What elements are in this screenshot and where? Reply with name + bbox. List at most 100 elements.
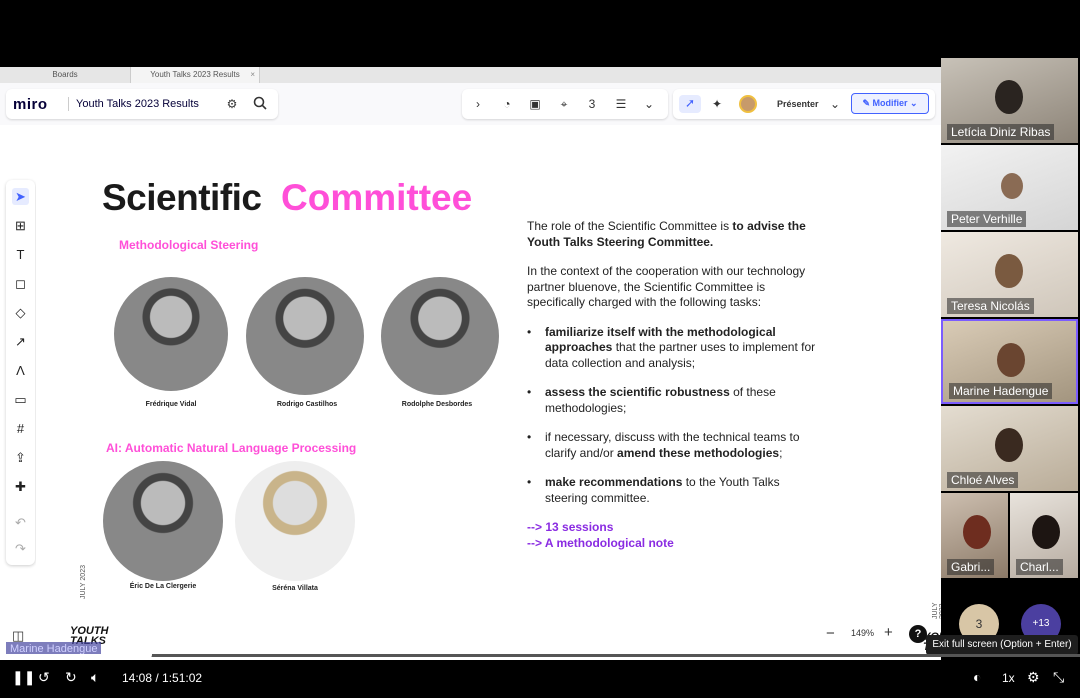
upload-icon[interactable]: ⇪ bbox=[12, 449, 29, 466]
playback-speed[interactable]: 1x bbox=[1002, 671, 1015, 685]
participant-video bbox=[997, 343, 1025, 377]
frame-template-icon[interactable]: ⊞ bbox=[12, 217, 29, 234]
participant-tile[interactable]: Letícia Diniz Ribas bbox=[941, 58, 1078, 143]
participant-video bbox=[995, 254, 1023, 288]
tab-youth-talks-label: Youth Talks 2023 Results bbox=[150, 70, 240, 79]
add-apps-icon[interactable]: ✚ bbox=[12, 478, 29, 495]
bullet-bold: assess the scientific robustness bbox=[545, 385, 730, 399]
person-name: Frédrique Vidal bbox=[145, 401, 197, 408]
volume-icon[interactable]: 🔈︎ bbox=[91, 669, 99, 686]
person-photo bbox=[114, 277, 228, 391]
task-bullet: familiarize itself with the methodologic… bbox=[527, 325, 817, 372]
focus-icon[interactable]: ⌖ bbox=[556, 96, 572, 112]
tab-youth-talks[interactable]: Youth Talks 2023 Results × bbox=[130, 67, 260, 83]
zoom-level[interactable]: 149% bbox=[851, 628, 874, 638]
sticky-note-icon[interactable]: ◻ bbox=[12, 275, 29, 292]
present-button[interactable]: Présenter bbox=[777, 99, 819, 109]
search-icon[interactable] bbox=[252, 96, 268, 112]
person-name: Rodolphe Desbordes bbox=[401, 401, 473, 408]
participant-name: Chloé Alves bbox=[947, 472, 1019, 488]
connector-line-icon[interactable]: ↗ bbox=[12, 333, 29, 350]
participant-tile[interactable]: Gabri... bbox=[941, 493, 1008, 578]
counter-icon[interactable]: 3 bbox=[584, 96, 600, 112]
help-icon[interactable]: ? bbox=[909, 625, 927, 643]
person-photo bbox=[235, 461, 355, 581]
collab-tools-pill: › ◔ ▣ ⌖ 3 ☰ ⌄ bbox=[462, 89, 668, 119]
zoom-in-icon[interactable]: + bbox=[884, 624, 893, 641]
avatar[interactable] bbox=[739, 95, 757, 113]
frame-icon[interactable]: # bbox=[12, 420, 29, 437]
modify-button[interactable]: ✎ Modifier ⌄ bbox=[851, 93, 929, 114]
person-name: Éric De La Clergerie bbox=[129, 583, 197, 590]
bullet-bold: make recommendations bbox=[545, 475, 683, 489]
pause-icon[interactable]: ❚❚ bbox=[12, 669, 35, 686]
tab-boards[interactable]: Boards bbox=[0, 67, 130, 83]
forward-10-icon[interactable]: ↻ bbox=[65, 669, 77, 686]
presentation-slide: Scientific Committee Methodological Stee… bbox=[36, 159, 941, 652]
participant-tile[interactable]: Chloé Alves bbox=[941, 406, 1078, 491]
slide-title-black: Scientific bbox=[102, 177, 262, 218]
tab-boards-label: Boards bbox=[52, 70, 78, 79]
time-display: 14:08 / 1:51:02 bbox=[122, 671, 203, 685]
close-icon[interactable]: × bbox=[250, 67, 255, 83]
intro-text: The role of the Scientific Committee is bbox=[527, 219, 733, 233]
participant-name: Marine Hadengue bbox=[949, 383, 1053, 399]
participant-tile[interactable]: Teresa Nicolás bbox=[941, 232, 1078, 317]
redo-icon[interactable]: ↷ bbox=[12, 540, 29, 557]
zoom-controls: − 149% + ? bbox=[818, 623, 938, 647]
participant-name: Letícia Diniz Ribas bbox=[947, 124, 1055, 140]
progress-handle[interactable] bbox=[140, 649, 152, 660]
zoom-out-icon[interactable]: − bbox=[826, 625, 835, 642]
miro-toolbar: miro Youth Talks 2023 Results ⚙ › ◔ ▣ ⌖ … bbox=[0, 83, 941, 125]
person-name: Rodrigo Castilhos bbox=[276, 401, 338, 408]
select-cursor-icon[interactable]: ➤ bbox=[12, 188, 29, 205]
slide-date-right: JULY 2023 bbox=[932, 602, 941, 619]
divider bbox=[68, 97, 69, 111]
celebrate-icon[interactable]: ✦ bbox=[709, 96, 725, 112]
person-photo bbox=[246, 277, 364, 395]
participant-tile[interactable]: Peter Verhille bbox=[941, 145, 1078, 230]
progress-fill bbox=[0, 654, 146, 657]
participant-name: Charl... bbox=[1016, 559, 1063, 575]
exit-fullscreen-icon[interactable]: ⤡ bbox=[1053, 669, 1064, 686]
voting-icon[interactable]: ▣ bbox=[527, 96, 543, 112]
undo-icon[interactable]: ↶ bbox=[12, 514, 29, 531]
participant-name: Gabri... bbox=[947, 559, 995, 575]
participant-video bbox=[963, 515, 991, 549]
section-heading-steering: Methodological Steering bbox=[119, 238, 259, 252]
pencil-icon: ✎ bbox=[862, 98, 873, 108]
gear-icon[interactable]: ⚙ bbox=[224, 96, 240, 112]
notes-icon[interactable]: ☰ bbox=[613, 96, 629, 112]
chevron-down-icon[interactable]: ⌄ bbox=[827, 96, 843, 112]
slide-body-text: The role of the Scientific Committee is … bbox=[527, 219, 817, 551]
board-menu-pill: miro Youth Talks 2023 Results ⚙ bbox=[6, 89, 278, 119]
participant-video bbox=[1001, 173, 1023, 199]
link-sessions[interactable]: --> 13 sessions bbox=[527, 520, 817, 536]
timer-icon[interactable]: ◔ bbox=[499, 96, 515, 112]
text-icon[interactable]: T bbox=[12, 246, 29, 263]
chevron-double-down-icon[interactable]: ⌄ bbox=[641, 96, 657, 112]
pen-icon[interactable]: Ʌ bbox=[12, 362, 29, 379]
participant-video bbox=[995, 428, 1023, 462]
shapes-icon[interactable]: ◇ bbox=[12, 304, 29, 321]
participant-video bbox=[995, 80, 1023, 114]
chevron-right-icon[interactable]: › bbox=[470, 96, 486, 112]
share-pill: ➚ ✦ Présenter ⌄ ✎ Modifier ⌄ bbox=[673, 89, 935, 119]
settings-gear-icon[interactable]: ⚙ bbox=[1027, 669, 1040, 686]
person-photo bbox=[381, 277, 499, 395]
comment-icon[interactable]: ▭ bbox=[12, 391, 29, 408]
progress-bar[interactable] bbox=[0, 654, 1080, 657]
audio-description-icon[interactable]: ◐ bbox=[973, 669, 981, 685]
task-bullet: assess the scientific robustness of thes… bbox=[527, 385, 817, 416]
board-name[interactable]: Youth Talks 2023 Results bbox=[76, 98, 199, 110]
chevron-down-icon: ⌄ bbox=[907, 98, 918, 108]
slide-date-left: JULY 2023 bbox=[80, 565, 87, 599]
participant-tile[interactable]: Charl... bbox=[1010, 493, 1078, 578]
participant-tile-active-speaker[interactable]: Marine Hadengue bbox=[941, 319, 1078, 404]
cursor-follow-icon[interactable]: ➚ bbox=[679, 95, 701, 113]
intro-paragraph: The role of the Scientific Committee is … bbox=[527, 219, 817, 250]
rewind-10-icon[interactable]: ↺ bbox=[38, 669, 50, 686]
miro-logo[interactable]: miro bbox=[13, 96, 48, 113]
top-letterbox bbox=[0, 0, 1080, 67]
link-methodological-note[interactable]: --> A methodological note bbox=[527, 536, 817, 552]
